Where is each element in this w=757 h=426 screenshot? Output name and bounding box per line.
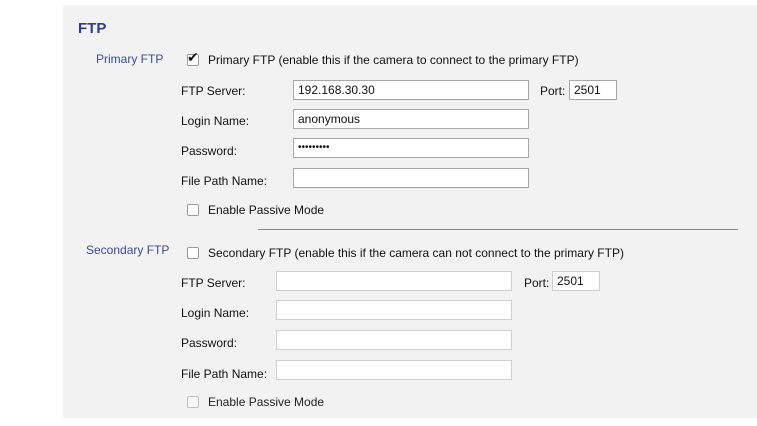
primary-passive-mode-checkbox[interactable] [187,204,199,216]
secondary-ftp-checkbox[interactable] [187,247,199,259]
primary-port-label: Port: [540,84,566,98]
secondary-password-input[interactable] [276,330,512,350]
secondary-filepath-label: File Path Name: [181,367,268,381]
section-title: FTP [78,20,107,37]
primary-filepath-input[interactable] [293,168,529,188]
primary-ftp-server-input[interactable] [293,80,529,100]
section-divider [258,229,738,230]
primary-login-label: Login Name: [181,114,250,128]
secondary-port-input[interactable] [552,271,600,291]
secondary-ftp-checkbox-label: Secondary FTP (enable this if the camera… [208,246,624,260]
secondary-login-input[interactable] [276,300,512,320]
secondary-passive-mode-label: Enable Passive Mode [208,395,325,409]
secondary-passive-mode-checkbox[interactable] [187,396,199,408]
primary-passive-mode-label: Enable Passive Mode [208,203,325,217]
secondary-filepath-input[interactable] [276,360,512,380]
primary-ftp-label: Primary FTP [96,52,164,66]
primary-ftp-checkbox[interactable]: ✔ [187,50,199,66]
primary-filepath-label: File Path Name: [181,174,268,188]
secondary-port-label: Port: [524,276,550,290]
primary-port-input[interactable] [569,80,617,100]
secondary-ftp-server-input[interactable] [276,271,512,291]
primary-password-label: Password: [181,144,238,158]
primary-ftp-server-label: FTP Server: [181,84,246,98]
secondary-login-label: Login Name: [181,306,250,320]
secondary-ftp-server-label: FTP Server: [181,276,246,290]
secondary-ftp-label: Secondary FTP [86,243,170,257]
primary-ftp-checkbox-label: Primary FTP (enable this if the camera t… [208,53,579,67]
checkmark-icon: ✔ [187,49,199,65]
secondary-password-label: Password: [181,336,238,350]
primary-login-input[interactable] [293,109,529,129]
primary-password-input[interactable]: ••••••••• [293,138,529,158]
